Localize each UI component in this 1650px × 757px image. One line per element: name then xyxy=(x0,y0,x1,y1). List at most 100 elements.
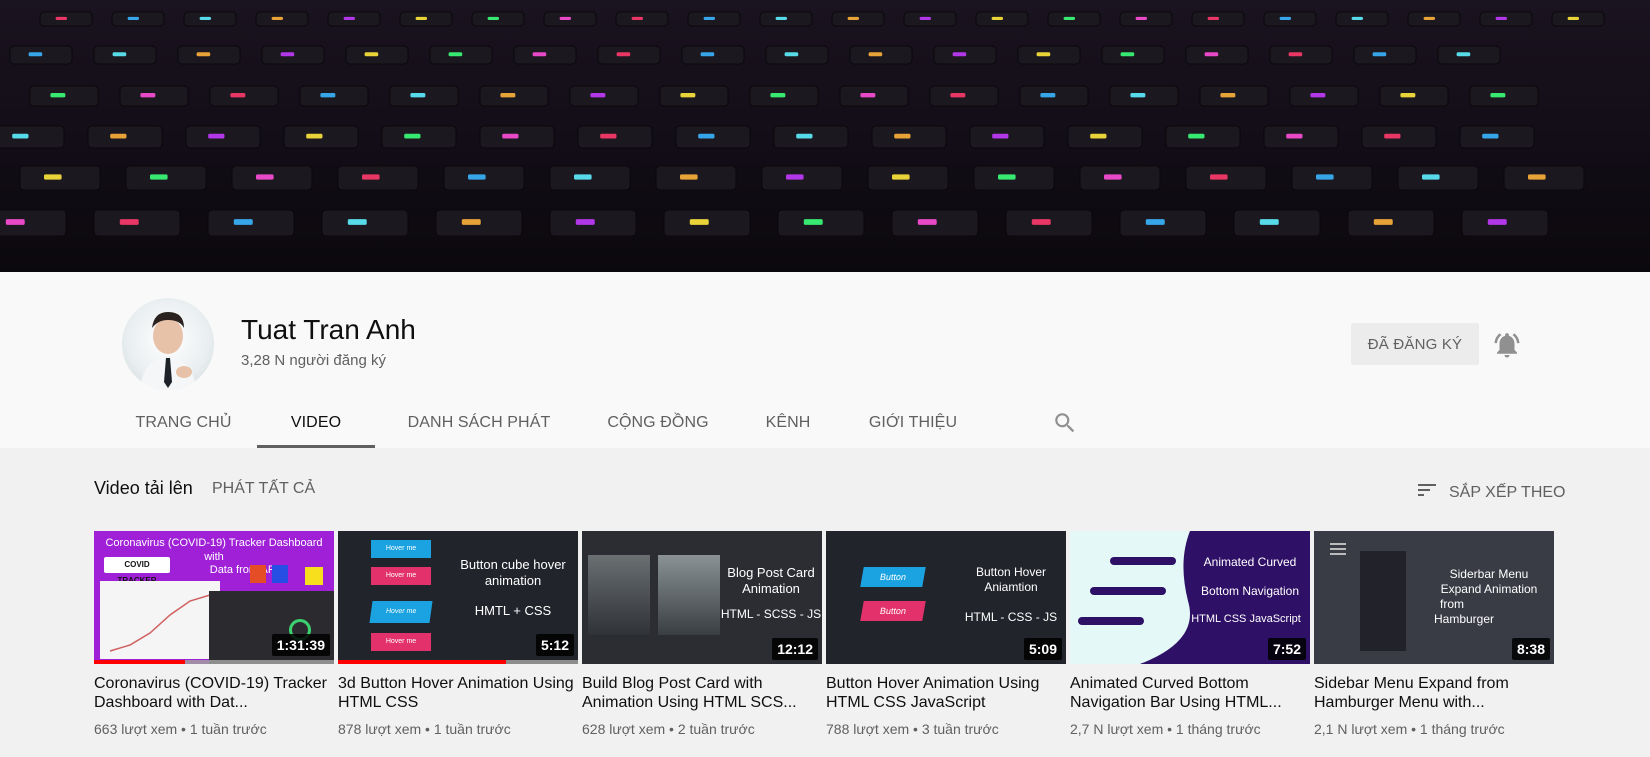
video-thumbnail[interactable]: Blog Post Card Animation HTML - SCSS - J… xyxy=(582,531,822,664)
key-backlight xyxy=(689,219,709,225)
video-title[interactable]: Button Hover Animation Using HTML CSS Ja… xyxy=(826,674,1066,712)
thumbnail-text: Hover me xyxy=(385,572,417,579)
video-meta: 788 lượt xem • 3 tuần trước xyxy=(826,721,999,737)
watch-progress xyxy=(94,660,186,664)
subscribed-button[interactable]: ĐÃ ĐĂNG KÝ xyxy=(1351,323,1479,365)
watch-progress xyxy=(338,660,506,664)
key-backlight xyxy=(803,219,823,225)
key-backlight xyxy=(306,133,323,139)
thumbnail-text: with xyxy=(204,551,224,563)
thumbnail-text: Button xyxy=(879,572,907,582)
video-card[interactable]: Siderbar Menu Expand Animation from Hamb… xyxy=(1314,531,1554,737)
video-duration: 5:12 xyxy=(535,634,574,656)
key-backlight xyxy=(404,133,421,139)
key-backlight xyxy=(112,52,127,57)
js-icon xyxy=(305,567,323,585)
channel-banner xyxy=(0,0,1650,272)
thumbnail-text: Animation xyxy=(742,581,800,596)
key-backlight xyxy=(1495,16,1508,20)
video-duration: 1:31:39 xyxy=(271,634,330,656)
keyboard-key xyxy=(0,125,65,149)
video-meta: 663 lượt xem • 1 tuần trước xyxy=(94,721,267,737)
tab-home[interactable]: TRANG CHỦ xyxy=(110,398,257,448)
key-backlight xyxy=(703,16,716,20)
key-backlight xyxy=(698,133,715,139)
key-backlight xyxy=(1210,174,1228,180)
video-card[interactable]: Blog Post Card Animation HTML - SCSS - J… xyxy=(582,531,822,737)
key-backlight xyxy=(532,52,547,57)
key-backlight xyxy=(28,52,43,57)
tab-playlists[interactable]: DANH SÁCH PHÁT xyxy=(375,398,583,448)
video-title[interactable]: Sidebar Menu Expand from Hamburger Menu … xyxy=(1314,674,1554,712)
key-backlight xyxy=(256,174,274,180)
tab-community[interactable]: CỘNG ĐỒNG xyxy=(583,398,733,448)
tab-about[interactable]: GIỚI THIỆU xyxy=(843,398,983,448)
key-backlight xyxy=(1351,16,1364,20)
key-backlight xyxy=(1063,16,1076,20)
video-title[interactable]: Coronavirus (COVID-19) Tracker Dashboard… xyxy=(94,674,334,712)
video-thumbnail[interactable]: Hover me Hover me Hover me Hover me Butt… xyxy=(338,531,578,664)
key-backlight xyxy=(950,93,966,98)
key-backlight xyxy=(1031,219,1051,225)
video-card[interactable]: Button Button Button Hover Aniamtion HTM… xyxy=(826,531,1066,737)
video-grid: Coronavirus (COVID-19) Tracker Dashboard… xyxy=(94,531,1554,737)
key-backlight xyxy=(796,133,813,139)
key-backlight xyxy=(784,52,799,57)
video-meta: 628 lượt xem • 2 tuần trước xyxy=(582,721,755,737)
key-backlight xyxy=(919,16,932,20)
key-backlight xyxy=(487,16,500,20)
key-backlight xyxy=(44,174,62,180)
card-preview xyxy=(658,555,720,635)
thumbnail-text: Hover me xyxy=(385,545,417,552)
key-backlight xyxy=(1135,16,1148,20)
key-backlight xyxy=(860,93,876,98)
thumbnail-text: Button Hover xyxy=(975,565,1047,579)
sort-button[interactable]: SẮP XẾP THEO xyxy=(1415,478,1566,507)
key-backlight xyxy=(1384,133,1401,139)
key-backlight xyxy=(1036,52,1051,57)
video-title[interactable]: Animated Curved Bottom Navigation Bar Us… xyxy=(1070,674,1310,712)
key-backlight xyxy=(500,93,516,98)
video-thumbnail[interactable]: Siderbar Menu Expand Animation from Hamb… xyxy=(1314,531,1554,664)
tab-videos[interactable]: VIDEO xyxy=(257,398,375,448)
video-card[interactable]: Animated Curved Bottom Navigation HTML C… xyxy=(1070,531,1310,737)
key-backlight xyxy=(364,52,379,57)
key-backlight xyxy=(575,219,595,225)
key-backlight xyxy=(127,16,140,20)
key-backlight xyxy=(12,133,29,139)
video-meta: 2,1 N lượt xem • 1 tháng trước xyxy=(1314,721,1505,737)
key-backlight xyxy=(559,16,572,20)
key-backlight xyxy=(992,133,1009,139)
key-backlight xyxy=(1207,16,1220,20)
key-backlight xyxy=(917,219,937,225)
covid-tracker-logo: COVID TRACKER xyxy=(104,557,170,585)
key-backlight xyxy=(1104,174,1122,180)
tab-channels[interactable]: KÊNH xyxy=(733,398,843,448)
key-backlight xyxy=(468,174,486,180)
key-backlight xyxy=(590,93,606,98)
video-thumbnail[interactable]: Coronavirus (COVID-19) Tracker Dashboard… xyxy=(94,531,334,664)
thumbnail-text: Hover me xyxy=(385,638,417,645)
key-backlight xyxy=(347,219,367,225)
key-backlight xyxy=(1288,52,1303,57)
video-title[interactable]: 3d Button Hover Animation Using HTML CSS xyxy=(338,674,578,712)
video-card[interactable]: Hover me Hover me Hover me Hover me Butt… xyxy=(338,531,578,737)
bell-icon[interactable] xyxy=(1492,330,1522,360)
thumbnail-text: Blog Post Card xyxy=(727,565,815,580)
video-duration: 8:38 xyxy=(1511,638,1550,660)
thumbnail-text: HTML - SCSS - JS xyxy=(720,607,822,621)
search-icon[interactable] xyxy=(1052,410,1078,436)
thumbnail-text: HTML - CSS - JS xyxy=(964,610,1058,624)
channel-avatar[interactable] xyxy=(122,298,214,390)
key-backlight xyxy=(50,93,66,98)
video-title[interactable]: Build Blog Post Card with Animation Usin… xyxy=(582,674,822,712)
key-backlight xyxy=(1090,133,1107,139)
play-all-button[interactable]: PHÁT TẤT CẢ xyxy=(212,480,315,498)
html5-icon xyxy=(250,565,266,583)
video-card[interactable]: Coronavirus (COVID-19) Tracker Dashboard… xyxy=(94,531,334,737)
video-thumbnail[interactable]: Animated Curved Bottom Navigation HTML C… xyxy=(1070,531,1310,664)
video-thumbnail[interactable]: Button Button Button Hover Aniamtion HTM… xyxy=(826,531,1066,664)
key-backlight xyxy=(410,93,426,98)
thumbnail-text: Aniamtion xyxy=(984,580,1038,594)
key-backlight xyxy=(952,52,967,57)
